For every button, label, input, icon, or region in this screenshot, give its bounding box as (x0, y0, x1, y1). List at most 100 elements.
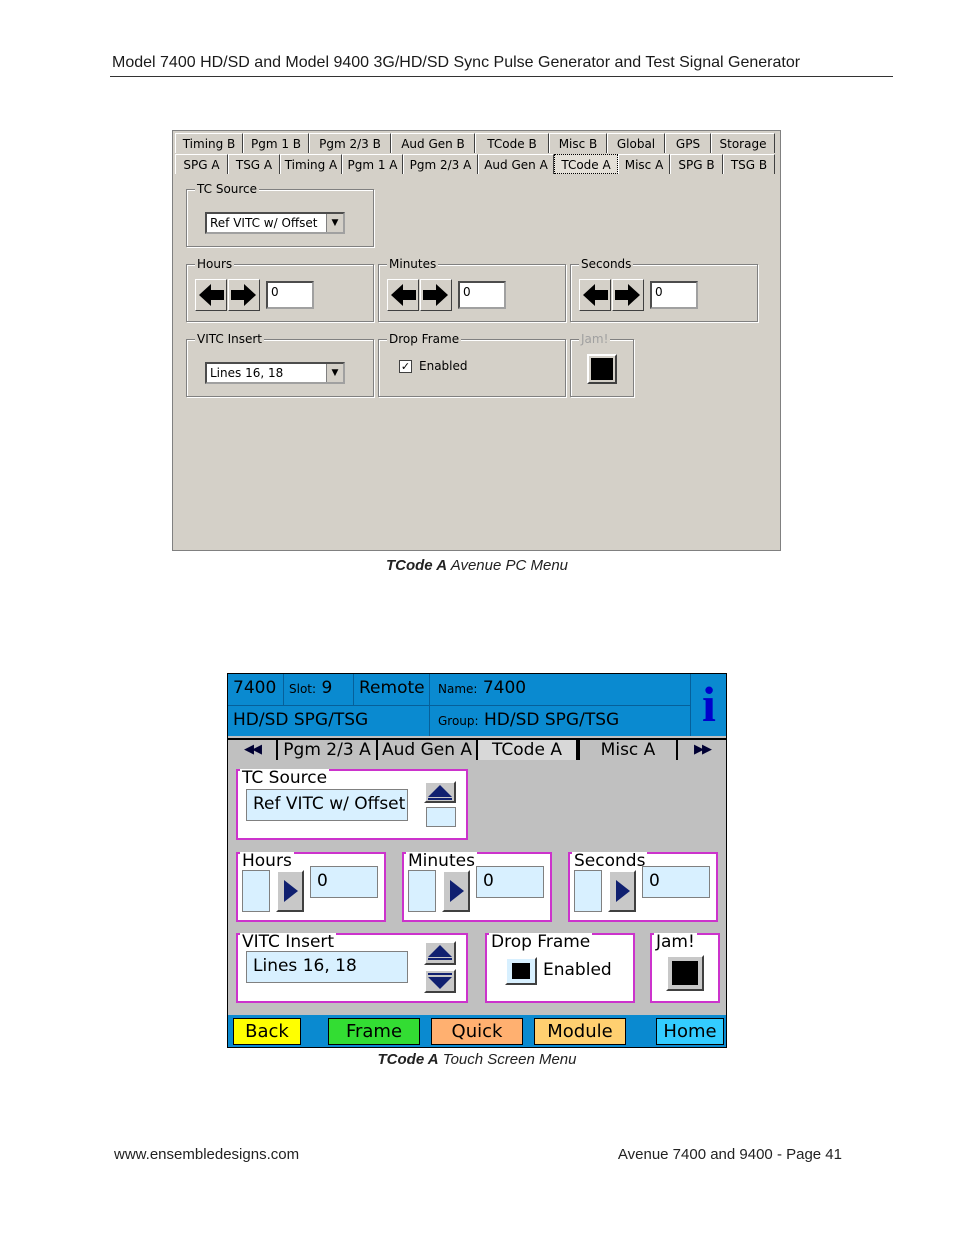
tab-tcode-a[interactable]: TCode A (554, 154, 618, 174)
minutes-input[interactable]: 0 (458, 281, 506, 309)
ts-minutes-decrement-button[interactable] (408, 870, 436, 912)
tab-global[interactable]: Global (607, 133, 665, 153)
tab-pgm23-a[interactable]: Pgm 2/3 A (403, 154, 478, 174)
touch-tab-bar: ◀◀ Pgm 2/3 A Aud Gen A TCode A Misc A ▶▶ (228, 738, 726, 760)
drop-frame-checkbox[interactable]: ✓ (399, 360, 412, 373)
ts-drop-frame-label: Drop Frame (489, 932, 593, 952)
tc-source-select[interactable]: Ref VITC w/ Offset ▼ (205, 212, 345, 234)
ts-hours-decrement-button[interactable] (242, 870, 270, 912)
seconds-increment-button[interactable] (612, 279, 644, 311)
tab-pgm23-a[interactable]: Pgm 2/3 A (276, 740, 376, 760)
jam-label: Jam! (579, 331, 611, 347)
tab-misc-a[interactable]: Misc A (618, 154, 670, 174)
info-icon[interactable]: i (690, 674, 726, 736)
tab-spg-a[interactable]: SPG A (175, 154, 228, 174)
pc-tab-row-2: SPG A TSG A Timing A Pgm 1 A Pgm 2/3 A A… (175, 154, 775, 174)
ts-tc-source-label: TC Source (240, 768, 330, 788)
ts-seconds-increment-button[interactable] (608, 870, 636, 912)
drop-frame-enabled-label: Enabled (419, 359, 468, 373)
module-button[interactable]: Module (534, 1018, 626, 1045)
jam-button[interactable] (587, 354, 617, 384)
ts-drop-frame-box: Drop Frame Enabled (485, 933, 635, 1003)
ts-minutes-box: Minutes 0 (402, 852, 552, 922)
ts-vitc-insert-field[interactable]: Lines 16, 18 (246, 951, 408, 983)
tab-spg-b[interactable]: SPG B (670, 154, 723, 174)
ts-hours-field[interactable]: 0 (310, 866, 378, 898)
seconds-decrement-button[interactable] (579, 279, 611, 311)
touch-header: 7400 Slot: 9 Remote Name: 7400 HD/SD SPG… (228, 674, 726, 736)
seconds-input[interactable]: 0 (650, 281, 698, 309)
ts-seconds-box: Seconds 0 (568, 852, 718, 922)
tab-timing-a[interactable]: Timing A (280, 154, 342, 174)
ts-minutes-field[interactable]: 0 (476, 866, 544, 898)
ts-vitc-up-button[interactable] (424, 941, 456, 965)
tab-timing-b[interactable]: Timing B (175, 133, 243, 153)
jam-group: Jam! (570, 331, 634, 397)
checkbox-fill (512, 963, 530, 979)
arrow-left-icon (199, 284, 224, 306)
minutes-increment-button[interactable] (420, 279, 452, 311)
touch-bottom-nav: Back Frame Quick Module Home (228, 1015, 726, 1047)
chevron-down-icon[interactable]: ▼ (326, 364, 343, 382)
tab-storage[interactable]: Storage (711, 133, 775, 153)
chevron-down-icon[interactable]: ▼ (326, 214, 343, 232)
ts-jam-label: Jam! (654, 932, 697, 952)
ts-seconds-field[interactable]: 0 (642, 866, 710, 898)
tab-audgen-a[interactable]: Aud Gen A (376, 740, 476, 760)
tab-tsg-a[interactable]: TSG A (228, 154, 280, 174)
tab-pgm23-b[interactable]: Pgm 2/3 B (309, 133, 391, 153)
ts-vitc-down-button[interactable] (424, 969, 456, 993)
tab-gps[interactable]: GPS (665, 133, 711, 153)
ts-tc-source-box: TC Source Ref VITC w/ Offset (236, 769, 468, 840)
tab-misc-a[interactable]: Misc A (576, 740, 676, 760)
group-cell: Group: HD/SD SPG/TSG (430, 705, 690, 736)
tab-pgm1-b[interactable]: Pgm 1 B (243, 133, 309, 153)
quick-button[interactable]: Quick (431, 1018, 523, 1045)
tab-tsg-b[interactable]: TSG B (723, 154, 775, 174)
ts-tc-source-down-button[interactable] (426, 807, 456, 827)
touch-menu-caption: TCode A Touch Screen Menu (377, 1051, 577, 1068)
hours-decrement-button[interactable] (195, 279, 227, 311)
hours-increment-button[interactable] (228, 279, 260, 311)
minutes-decrement-button[interactable] (387, 279, 419, 311)
vitc-insert-select[interactable]: Lines 16, 18 ▼ (205, 362, 345, 384)
tab-audgen-a[interactable]: Aud Gen A (478, 154, 554, 174)
ts-tc-source-up-button[interactable] (424, 781, 456, 803)
touch-screen-menu: 7400 Slot: 9 Remote Name: 7400 HD/SD SPG… (227, 673, 727, 1048)
back-button[interactable]: Back (233, 1018, 301, 1045)
ts-drop-frame-checkbox[interactable] (505, 957, 537, 985)
ts-minutes-increment-button[interactable] (442, 870, 470, 912)
arrow-right-icon (615, 284, 640, 306)
tab-prev-arrows-icon[interactable]: ◀◀ (228, 740, 276, 760)
arrow-right-icon (231, 284, 256, 306)
ts-drop-frame-enabled-label: Enabled (543, 960, 612, 980)
arrow-left-icon (583, 284, 608, 306)
seconds-label: Seconds (579, 256, 634, 272)
tab-tcode-b[interactable]: TCode B (475, 133, 549, 153)
ts-seconds-decrement-button[interactable] (574, 870, 602, 912)
seconds-group: Seconds 0 (570, 256, 758, 322)
tab-next-arrows-icon[interactable]: ▶▶ (676, 740, 726, 760)
minutes-label: Minutes (387, 256, 439, 272)
tab-audgen-b[interactable]: Aud Gen B (391, 133, 475, 153)
tab-pgm1-a[interactable]: Pgm 1 A (342, 154, 403, 174)
frame-button[interactable]: Frame (328, 1018, 420, 1045)
home-button[interactable]: Home (656, 1018, 724, 1045)
tab-misc-b[interactable]: Misc B (549, 133, 607, 153)
ts-tc-source-field[interactable]: Ref VITC w/ Offset (246, 789, 408, 821)
slot-cell: Slot: 9 (284, 674, 354, 705)
ts-jam-button[interactable] (666, 955, 704, 991)
vitc-insert-group: VITC Insert Lines 16, 18 ▼ (186, 331, 374, 397)
minutes-group: Minutes 0 (378, 256, 566, 322)
vitc-insert-label: VITC Insert (195, 331, 264, 347)
arrow-right-icon (423, 284, 448, 306)
footer-website: www.ensembledesigns.com (114, 1146, 300, 1163)
pc-tab-row-1: Timing B Pgm 1 B Pgm 2/3 B Aud Gen B TCo… (175, 133, 775, 153)
drop-frame-group: Drop Frame ✓ Enabled (378, 331, 566, 397)
tab-tcode-a[interactable]: TCode A (476, 740, 576, 760)
tc-source-value: Ref VITC w/ Offset (210, 216, 318, 230)
ts-hours-increment-button[interactable] (276, 870, 304, 912)
triangle-right-icon (616, 880, 630, 902)
mode-cell: Remote (354, 674, 430, 705)
hours-input[interactable]: 0 (266, 281, 314, 309)
